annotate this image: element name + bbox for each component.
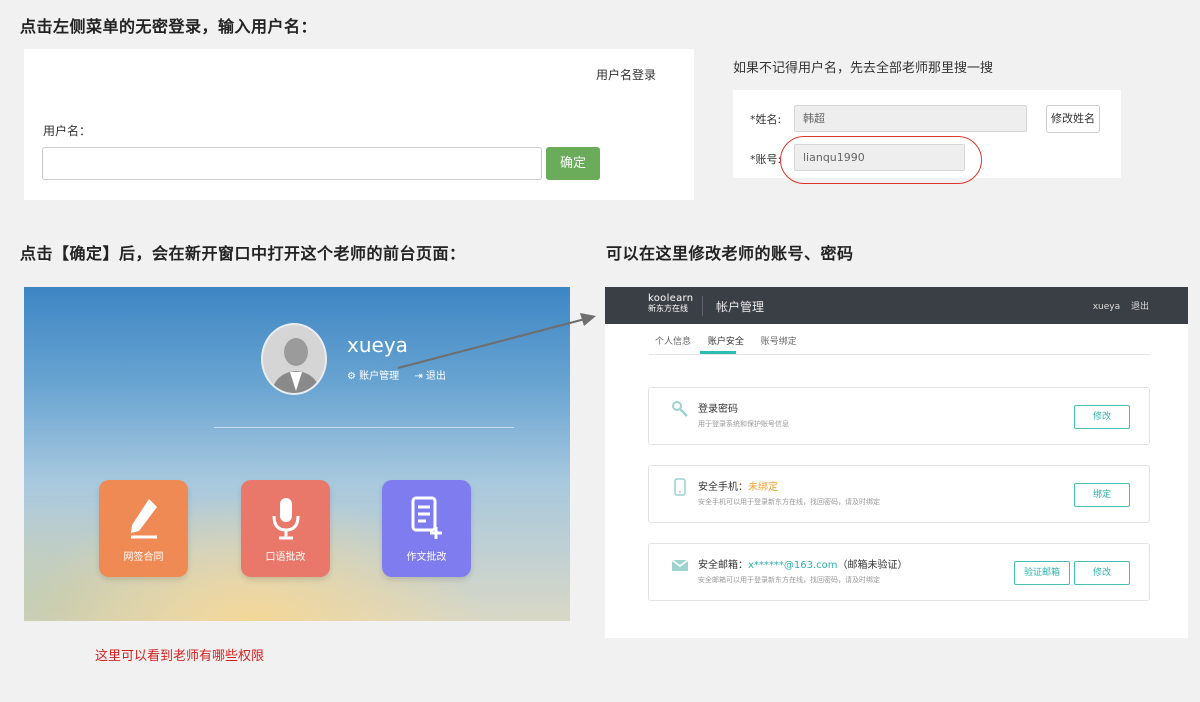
edit-email-button[interactable]: 修改 [1074, 561, 1130, 585]
card-desc: 安全邮箱可以用于登录新东方在线，找回密码，请及时绑定 [698, 576, 880, 584]
highlight-ring [780, 136, 982, 184]
account-label: *账号: [750, 153, 782, 166]
tab-account-binding[interactable]: 账号绑定 [761, 337, 797, 347]
phone-icon [671, 478, 689, 496]
heading-search-hint: 如果不记得用户名，先去全部老师那里搜一搜 [733, 61, 994, 76]
tile-writing[interactable]: 作文批改 [382, 480, 471, 577]
phone-status: 未绑定 [748, 482, 778, 493]
confirm-button[interactable]: 确定 [546, 147, 600, 180]
tile-contract[interactable]: 网签合同 [99, 480, 188, 577]
card-login-password: 登录密码 用于登录系统和保护账号信息 修改 [648, 387, 1150, 445]
card-desc: 用于登录系统和保护账号信息 [698, 420, 789, 428]
avatar [261, 323, 327, 395]
card-desc: 安全手机可以用于登录新东方在线，找回密码，请及时绑定 [698, 498, 880, 506]
email-title: 安全邮箱： [698, 560, 748, 571]
logout-icon: ⇥ [414, 371, 423, 382]
email-address: x******@163.com [748, 560, 838, 571]
username-label: 用户名： [43, 124, 92, 138]
permissions-note: 这里可以看到老师有哪些权限 [95, 649, 265, 664]
account-management-screenshot: koolearn 新东方在线 帐户管理 xueya 退出 个人信息 账户安全 账… [605, 287, 1188, 638]
tile-contract-label: 网签合同 [123, 552, 164, 563]
tab-account-security[interactable]: 账户安全 [708, 337, 744, 347]
active-tab-indicator [700, 351, 736, 354]
email-verify-status: （邮箱未验证） [837, 560, 908, 571]
tab-personal-info[interactable]: 个人信息 [655, 337, 691, 347]
account-management-link[interactable]: 账户管理 [359, 371, 399, 382]
login-panel: 用户名登录 用户名： 确定 [24, 49, 694, 200]
heading-step-2: 点击【确定】后，会在新开窗口中打开这个老师的前台页面： [20, 244, 466, 263]
teacher-links: ⚙ 账户管理 ⇥ 退出 [347, 367, 446, 382]
edit-name-button[interactable]: 修改姓名 [1046, 105, 1100, 133]
phone-title: 安全手机： [698, 482, 748, 493]
koolearn-logo[interactable]: koolearn 新东方在线 [648, 294, 693, 314]
name-label: *姓名: [750, 113, 782, 126]
tile-writing-label: 作文批改 [406, 552, 447, 563]
verify-email-button[interactable]: 验证邮箱 [1014, 561, 1070, 585]
header-user-links: xueya 退出 [1093, 299, 1149, 312]
tile-speaking[interactable]: 口语批改 [241, 480, 330, 577]
header-divider [702, 296, 703, 316]
card-security-phone: 安全手机：未绑定 安全手机可以用于登录新东方在线，找回密码，请及时绑定 绑定 [648, 465, 1150, 523]
tile-speaking-label: 口语批改 [265, 552, 306, 563]
account-tabs: 个人信息 账户安全 账号绑定 [655, 334, 811, 347]
tab-username-login[interactable]: 用户名登录 [596, 66, 656, 83]
avatar-silhouette-icon [263, 325, 325, 393]
pencil-icon [99, 490, 188, 546]
header-username[interactable]: xueya [1093, 302, 1120, 312]
divider [214, 427, 514, 428]
username-input[interactable] [42, 147, 542, 180]
mail-icon [671, 556, 689, 574]
logo-text: koolearn [648, 293, 694, 304]
teacher-username: xueya [347, 333, 408, 357]
card-title: 安全邮箱：x******@163.com（邮箱未验证） [698, 556, 908, 571]
key-icon [671, 400, 689, 418]
heading-step-1: 点击左侧菜单的无密登录，输入用户名： [20, 17, 318, 36]
card-security-email: 安全邮箱：x******@163.com（邮箱未验证） 安全邮箱可以用于登录新东… [648, 543, 1150, 601]
page-title: 帐户管理 [716, 300, 765, 314]
card-title: 登录密码 [698, 404, 738, 415]
teacher-home-screenshot: xueya ⚙ 账户管理 ⇥ 退出 网签合同 口语批改 作文批改 [24, 287, 570, 621]
edit-password-button[interactable]: 修改 [1074, 405, 1130, 429]
header-logout-link[interactable]: 退出 [1131, 302, 1149, 312]
bind-phone-button[interactable]: 绑定 [1074, 483, 1130, 507]
logo-subtext: 新东方在线 [648, 304, 688, 313]
card-title: 安全手机：未绑定 [698, 478, 778, 493]
microphone-icon [241, 490, 330, 546]
name-field[interactable]: 韩超 [794, 105, 1027, 132]
logout-link[interactable]: 退出 [426, 371, 446, 382]
document-add-icon [382, 490, 471, 546]
heading-step-3: 可以在这里修改老师的账号、密码 [606, 244, 854, 263]
gear-icon: ⚙ [347, 371, 356, 382]
tab-underline-track [649, 354, 1150, 355]
